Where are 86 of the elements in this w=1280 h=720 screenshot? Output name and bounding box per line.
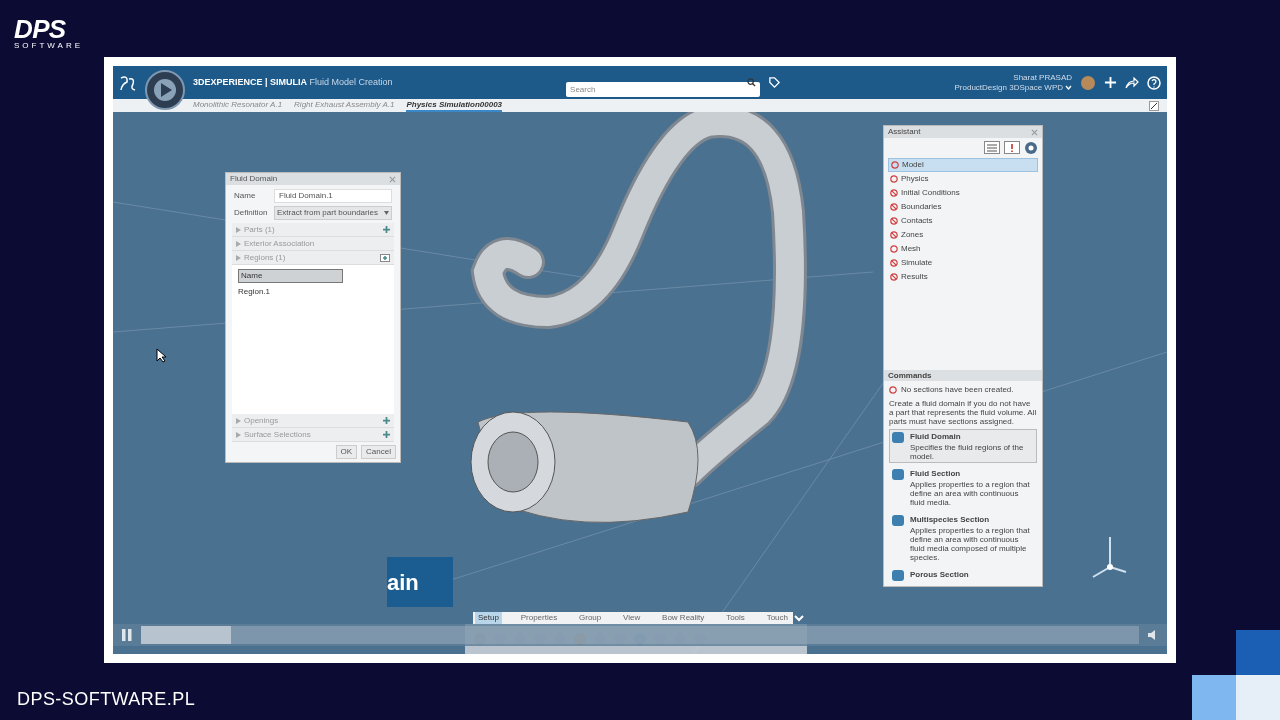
- tag-icon[interactable]: [768, 76, 782, 89]
- action-tab[interactable]: View: [620, 612, 644, 624]
- circle-icon: [891, 161, 899, 169]
- command-item[interactable]: Fluid Section Applies properties to a region that define an area with continuous fluid media.: [889, 466, 1037, 509]
- footer-text: DPS-SOFTWARE.PL: [17, 689, 196, 709]
- section-label: Openings: [244, 414, 279, 427]
- add-icon[interactable]: [383, 431, 390, 438]
- step-item[interactable]: Mesh: [888, 242, 1038, 256]
- command-item[interactable]: Multispecies Section Applies properties to a region that define an area with continuous fluid media composed of multiple species.: [889, 512, 1037, 564]
- avatar-icon[interactable]: [1080, 74, 1096, 91]
- warning-text: No sections have been created.: [901, 384, 1014, 396]
- command-title: Fluid Domain: [910, 431, 962, 443]
- definition-dropdown[interactable]: Extract from part boundaries: [274, 206, 392, 220]
- add-icon[interactable]: [383, 417, 390, 424]
- search-icon[interactable]: [747, 78, 757, 87]
- expand-icon[interactable]: [1149, 101, 1159, 111]
- dialog-button[interactable]: OK: [335, 445, 358, 459]
- action-tab[interactable]: Bow Reality: [659, 612, 708, 624]
- action-tab[interactable]: Properties: [517, 612, 561, 624]
- command-title: Fluid Section: [910, 468, 962, 480]
- share-icon[interactable]: [1125, 76, 1139, 89]
- blocked-icon: [890, 273, 898, 281]
- step-item[interactable]: Simulate: [888, 256, 1038, 270]
- blocked-icon: [890, 203, 898, 211]
- add-icon[interactable]: [380, 253, 390, 262]
- dialog-button[interactable]: Cancel: [361, 445, 396, 459]
- app-title: 3DEXPERIENCE | SIMULIA Fluid Model Creation: [193, 75, 393, 89]
- blocked-icon: [890, 231, 898, 239]
- hint-text: Create a fluid domain if you do not have a part that represents the fluid volume. All parts must have sections assigned.: [889, 399, 1037, 426]
- caption-text: ain: [387, 568, 419, 597]
- close-icon[interactable]: [389, 175, 396, 183]
- action-tab[interactable]: Setup: [475, 612, 502, 624]
- section-label: Parts (1): [244, 223, 275, 236]
- step-item[interactable]: Model: [888, 158, 1038, 172]
- step-item[interactable]: Results: [888, 270, 1038, 284]
- blocked-icon: [890, 259, 898, 267]
- add-icon[interactable]: [383, 226, 390, 233]
- brand-icon: [119, 73, 137, 92]
- circle-icon: [889, 386, 897, 394]
- logo: DPS: [14, 16, 66, 42]
- field-label: Definition: [234, 207, 269, 219]
- help-icon[interactable]: [1147, 75, 1161, 90]
- command-title: Porous Section: [910, 569, 969, 581]
- column-header: Name: [238, 269, 343, 283]
- chevron-icon[interactable]: [794, 614, 804, 622]
- step-item[interactable]: Initial Conditions: [888, 186, 1038, 200]
- command-description: Specifies the fluid regions of the model.: [910, 443, 1025, 461]
- command-item[interactable]: Porous Section: [889, 567, 1037, 584]
- blocked-icon: [890, 217, 898, 225]
- step-item[interactable]: Zones: [888, 228, 1038, 242]
- user-name: Sharat PRASAD: [1013, 72, 1072, 83]
- section-title: Commands: [884, 370, 1042, 381]
- section-label: Regions (1): [244, 251, 286, 264]
- search-field[interactable]: Search: [566, 82, 761, 97]
- document-tab[interactable]: Physics Simulation00003: [406, 100, 503, 112]
- step-item[interactable]: Contacts: [888, 214, 1038, 228]
- section-label: Surface Selections: [244, 428, 311, 441]
- step-item[interactable]: Physics: [888, 172, 1038, 186]
- cursor-icon: [156, 348, 167, 363]
- command-description: Applies properties to a region that define an area with continuous fluid media composed of multiple species.: [910, 526, 1031, 562]
- circle-icon: [890, 175, 898, 183]
- blocked-icon: [890, 189, 898, 197]
- action-tab[interactable]: Touch: [763, 612, 791, 624]
- section-label: Exterior Association: [244, 237, 315, 250]
- list-view-icon[interactable]: [984, 141, 1000, 154]
- settings-icon[interactable]: [1024, 141, 1038, 155]
- dialog-title: Fluid Domain: [230, 173, 278, 185]
- name-field[interactable]: Fluid Domain.1: [274, 189, 392, 203]
- region-row[interactable]: Region.1: [238, 286, 388, 298]
- close-icon[interactable]: [1031, 128, 1038, 136]
- action-tab[interactable]: Group: [576, 612, 605, 624]
- alert-view-icon[interactable]: [1004, 141, 1020, 154]
- space-selector[interactable]: ProductDesign 3DSpace WPD: [954, 82, 1063, 93]
- step-item[interactable]: Boundaries: [888, 200, 1038, 214]
- plus-icon[interactable]: [1104, 76, 1117, 89]
- dropdown-arrow-icon: [384, 211, 389, 215]
- logo-subtitle: SOFTWARE: [14, 42, 84, 50]
- field-label: Name: [234, 190, 257, 202]
- circle-icon: [890, 245, 898, 253]
- pause-icon[interactable]: [121, 628, 133, 642]
- command-description: Applies properties to a region that define an area with continuous fluid media.: [910, 480, 1031, 507]
- chevron-icon[interactable]: [1065, 85, 1072, 90]
- command-title: Multispecies Section: [910, 514, 991, 526]
- action-tab[interactable]: Tools: [723, 612, 748, 624]
- panel-title: Assistant: [888, 126, 921, 138]
- command-item[interactable]: Fluid Domain Specifies the fluid regions of the model.: [889, 429, 1037, 463]
